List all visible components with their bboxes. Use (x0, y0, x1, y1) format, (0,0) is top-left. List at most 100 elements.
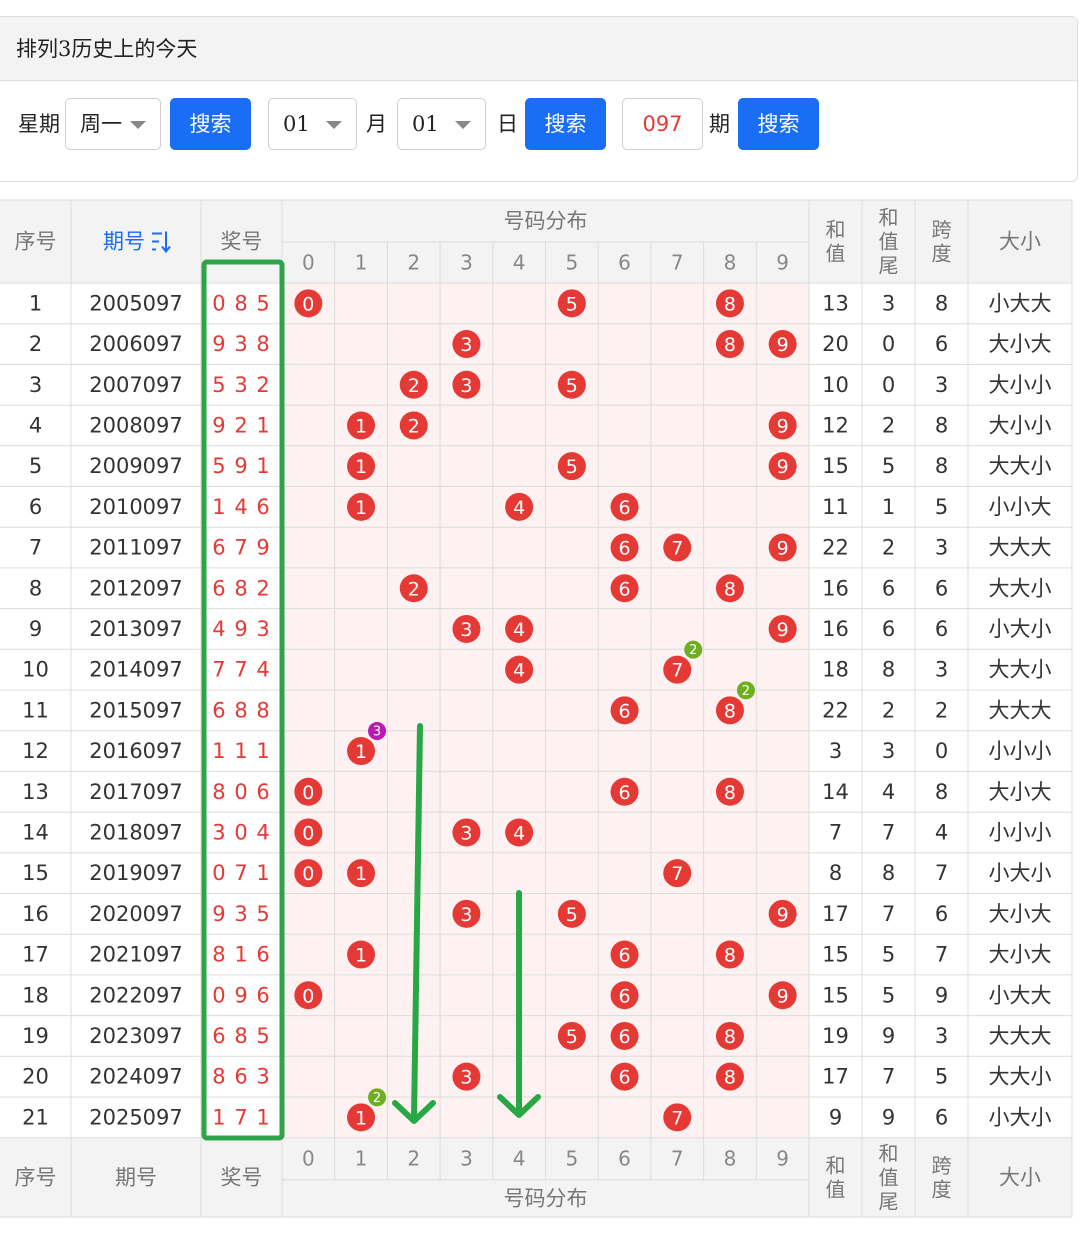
row-seq: 8 (29, 576, 42, 600)
header-period-sort[interactable]: 期号 (103, 230, 145, 254)
row-sum-tail: 8 (882, 861, 895, 885)
row-sum-tail: 3 (882, 291, 895, 315)
row-size: 大小小 (989, 413, 1052, 437)
row-sum-tail: 7 (882, 902, 895, 926)
row-period: 2007097 (89, 373, 183, 397)
ball-number: 5 (566, 375, 578, 397)
row-prize: 7 7 4 (212, 658, 270, 682)
row-prize: 9 3 5 (212, 902, 270, 926)
row-seq: 12 (22, 739, 49, 763)
row-size: 大小大 (989, 332, 1052, 356)
row-seq: 1 (29, 291, 42, 315)
ball-number: 8 (724, 1067, 736, 1089)
row-span: 0 (935, 739, 948, 763)
ball-number: 1 (355, 945, 367, 967)
row-span: 9 (935, 983, 948, 1007)
row-size: 大大小 (989, 576, 1052, 600)
header-digit-3: 3 (460, 251, 473, 275)
row-prize: 9 2 1 (212, 413, 270, 437)
row-sum: 10 (822, 373, 849, 397)
row-sum: 7 (829, 820, 842, 844)
row-sum-tail: 1 (882, 495, 895, 519)
row-seq: 10 (22, 658, 49, 682)
row-seq: 9 (29, 617, 42, 641)
ball-number: 9 (777, 619, 789, 641)
row-span: 2 (935, 698, 948, 722)
footer-period: 期号 (115, 1165, 157, 1189)
row-span: 8 (935, 454, 948, 478)
row-span: 4 (935, 820, 948, 844)
row-prize: 6 8 5 (212, 1024, 270, 1048)
row-sum-tail: 2 (882, 698, 895, 722)
ball-number: 9 (777, 538, 789, 560)
ball-number: 8 (724, 293, 736, 315)
row-period: 2016097 (89, 739, 183, 763)
ball-number: 8 (724, 700, 736, 722)
ball-number: 1 (355, 741, 367, 763)
ball-number: 3 (460, 1067, 472, 1089)
row-span: 8 (935, 780, 948, 804)
row-size: 小大小 (989, 617, 1052, 641)
row-sum-tail: 9 (882, 1105, 895, 1129)
ball-number: 6 (619, 945, 631, 967)
row-sum: 18 (822, 658, 849, 682)
row-sum: 20 (822, 332, 849, 356)
row-seq: 3 (29, 373, 42, 397)
row-sum-tail: 3 (882, 739, 895, 763)
table-right-margin (1072, 200, 1080, 1217)
footer-span: 跨度 (932, 1153, 952, 1201)
ball-number: 6 (619, 1026, 631, 1048)
row-sum: 22 (822, 536, 849, 560)
row-prize: 0 8 5 (212, 291, 270, 315)
row-period: 2010097 (89, 495, 183, 519)
row-prize: 9 3 8 (212, 332, 270, 356)
header-digit-2: 2 (407, 251, 420, 275)
footer-distribution: 号码分布 (504, 1186, 588, 1210)
row-span: 3 (935, 373, 948, 397)
row-prize: 8 1 6 (212, 943, 270, 967)
row-seq: 16 (22, 902, 49, 926)
header-span: 跨度 (932, 218, 952, 266)
row-prize: 6 7 9 (212, 536, 270, 560)
ball-number: 6 (619, 578, 631, 600)
ball-number: 7 (671, 660, 683, 682)
ball-number: 9 (777, 456, 789, 478)
ball-number: 8 (724, 1026, 736, 1048)
row-prize: 8 6 3 (212, 1065, 270, 1089)
row-span: 6 (935, 332, 948, 356)
ball-number: 5 (566, 293, 578, 315)
ball-number: 1 (355, 415, 367, 437)
row-span: 6 (935, 902, 948, 926)
row-span: 8 (935, 413, 948, 437)
row-size: 大大大 (989, 536, 1052, 560)
footer-digit-1: 1 (355, 1147, 368, 1171)
row-seq: 5 (29, 454, 42, 478)
repeat-badge-count: 3 (373, 725, 381, 740)
row-seq: 2 (29, 332, 42, 356)
row-seq: 13 (22, 780, 49, 804)
ball-number: 1 (355, 863, 367, 885)
header-digit-1: 1 (355, 251, 368, 275)
row-size: 小小小 (989, 739, 1052, 763)
row-seq: 19 (22, 1024, 49, 1048)
row-sum-tail: 6 (882, 617, 895, 641)
row-sum-tail: 7 (882, 820, 895, 844)
row-prize: 6 8 8 (212, 698, 270, 722)
header-digit-0: 0 (302, 251, 315, 275)
ball-number: 3 (460, 375, 472, 397)
row-sum-tail: 0 (882, 373, 895, 397)
row-period: 2013097 (89, 617, 183, 641)
ball-number: 4 (513, 619, 525, 641)
ball-number: 1 (355, 1107, 367, 1129)
row-span: 6 (935, 576, 948, 600)
row-span: 5 (935, 495, 948, 519)
ball-number: 4 (513, 497, 525, 519)
footer-sum-tail: 和值尾 (879, 1141, 899, 1213)
row-sum: 19 (822, 1024, 849, 1048)
header-digit-8: 8 (724, 251, 737, 275)
row-seq: 14 (22, 820, 49, 844)
header-digit-5: 5 (565, 251, 578, 275)
ball-number: 7 (671, 863, 683, 885)
row-seq: 4 (29, 413, 42, 437)
repeat-badge-count: 2 (742, 684, 750, 699)
